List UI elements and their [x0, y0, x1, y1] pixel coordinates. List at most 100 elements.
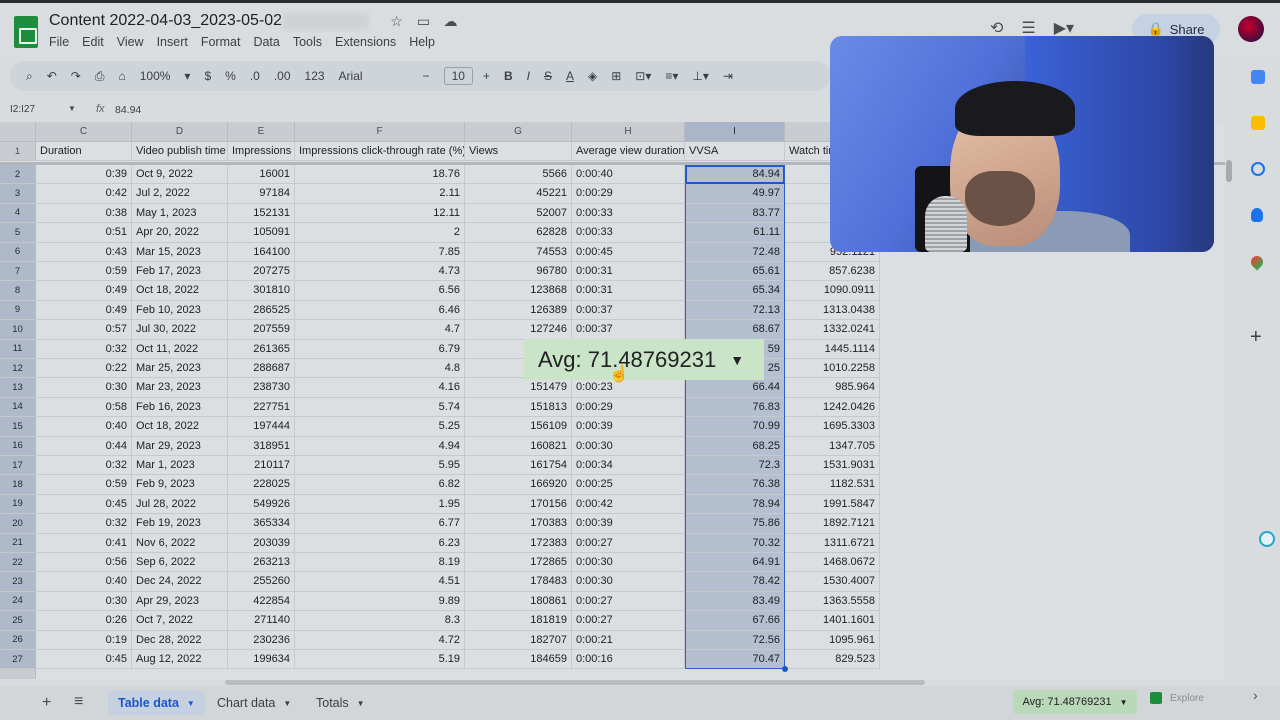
- table-cell[interactable]: 181819: [465, 611, 572, 631]
- row-header[interactable]: 19: [0, 494, 36, 515]
- tab-chart-data[interactable]: Chart data ▼: [207, 691, 301, 715]
- table-cell[interactable]: Apr 20, 2022: [132, 223, 228, 243]
- table-cell[interactable]: Dec 28, 2022: [132, 630, 228, 650]
- table-cell[interactable]: 0:00:39: [572, 514, 685, 534]
- table-cell[interactable]: 197444: [228, 417, 295, 437]
- explore-button[interactable]: Explore: [1150, 692, 1204, 704]
- table-cell[interactable]: 8.19: [295, 553, 465, 573]
- row-header[interactable]: 25: [0, 611, 36, 631]
- table-cell[interactable]: 0:40: [36, 417, 132, 437]
- header-cell[interactable]: Impressions click-through rate (%): [295, 142, 465, 162]
- row-header[interactable]: 27: [0, 650, 36, 670]
- cloud-status-icon[interactable]: ☁: [442, 13, 459, 30]
- table-cell[interactable]: 227751: [228, 397, 295, 418]
- table-cell[interactable]: 1090.0911: [785, 281, 880, 301]
- table-cell[interactable]: 2: [295, 223, 465, 243]
- row-header[interactable]: 2: [0, 165, 36, 185]
- table-cell[interactable]: 1363.5558: [785, 591, 880, 612]
- table-cell[interactable]: 365334: [228, 514, 295, 534]
- row-header[interactable]: 15: [0, 417, 36, 437]
- table-cell[interactable]: 0:00:37: [572, 300, 685, 321]
- select-all-corner[interactable]: [0, 122, 36, 142]
- keep-icon[interactable]: [1251, 116, 1265, 130]
- tab-dropdown-icon[interactable]: ▼: [283, 699, 291, 708]
- increase-font-size-icon[interactable]: +: [483, 69, 490, 83]
- table-cell[interactable]: 5.25: [295, 417, 465, 437]
- row-header[interactable]: 3: [0, 184, 36, 204]
- row-header[interactable]: 5: [0, 223, 36, 243]
- table-cell[interactable]: 5.19: [295, 650, 465, 670]
- column-header[interactable]: E: [228, 122, 295, 142]
- table-cell[interactable]: Oct 9, 2022: [132, 165, 228, 185]
- table-cell[interactable]: 76.83: [685, 397, 785, 418]
- table-cell[interactable]: Feb 17, 2023: [132, 262, 228, 282]
- table-cell[interactable]: 6.56: [295, 281, 465, 301]
- table-cell[interactable]: 172383: [465, 533, 572, 553]
- table-cell[interactable]: 1468.0672: [785, 553, 880, 573]
- table-cell[interactable]: 61.11: [685, 223, 785, 243]
- add-sheet-icon[interactable]: +: [42, 694, 51, 712]
- table-cell[interactable]: 1313.0438: [785, 300, 880, 321]
- table-cell[interactable]: 0:00:30: [572, 553, 685, 573]
- table-cell[interactable]: 62828: [465, 223, 572, 243]
- table-cell[interactable]: 9.89: [295, 591, 465, 612]
- table-cell[interactable]: Mar 1, 2023: [132, 456, 228, 476]
- table-cell[interactable]: 6.46: [295, 300, 465, 321]
- column-header[interactable]: F: [295, 122, 465, 142]
- zoom-select[interactable]: 100%: [140, 69, 171, 83]
- menu-view[interactable]: View: [117, 35, 150, 49]
- row-header[interactable]: 22: [0, 553, 36, 573]
- currency-format-button[interactable]: $: [204, 69, 211, 83]
- table-cell[interactable]: Oct 11, 2022: [132, 339, 228, 359]
- table-cell[interactable]: 0:32: [36, 456, 132, 476]
- table-cell[interactable]: 4.16: [295, 378, 465, 398]
- table-cell[interactable]: 2.11: [295, 184, 465, 204]
- table-cell[interactable]: 288687: [228, 359, 295, 379]
- increase-decimal-button[interactable]: .00: [274, 69, 291, 83]
- table-cell[interactable]: 45221: [465, 184, 572, 204]
- table-cell[interactable]: 0:39: [36, 165, 132, 185]
- table-cell[interactable]: 255260: [228, 572, 295, 592]
- maps-icon[interactable]: [1248, 253, 1266, 271]
- table-cell[interactable]: 65.34: [685, 281, 785, 301]
- table-cell[interactable]: 1892.7121: [785, 514, 880, 534]
- table-cell[interactable]: 1242.0426: [785, 397, 880, 418]
- document-title[interactable]: Content 2022-04-03_2023-05-02: [49, 12, 282, 30]
- avatar[interactable]: [1238, 16, 1264, 42]
- row-header[interactable]: 14: [0, 397, 36, 418]
- header-cell[interactable]: Duration: [36, 142, 132, 162]
- table-cell[interactable]: 263213: [228, 553, 295, 573]
- borders-icon[interactable]: ⊞: [611, 69, 621, 83]
- table-cell[interactable]: 0:56: [36, 553, 132, 573]
- row-header[interactable]: 26: [0, 630, 36, 650]
- table-cell[interactable]: 12.11: [295, 203, 465, 224]
- table-cell[interactable]: Jul 30, 2022: [132, 320, 228, 340]
- table-cell[interactable]: 4.51: [295, 572, 465, 592]
- undo-icon[interactable]: ↶: [47, 69, 57, 83]
- table-cell[interactable]: 123868: [465, 281, 572, 301]
- table-cell[interactable]: 6.79: [295, 339, 465, 359]
- text-color-icon[interactable]: A: [566, 69, 574, 83]
- table-cell[interactable]: 0:00:37: [572, 320, 685, 340]
- row-header[interactable]: 17: [0, 456, 36, 476]
- table-cell[interactable]: 6.82: [295, 475, 465, 495]
- row-header[interactable]: 21: [0, 533, 36, 553]
- star-icon[interactable]: ☆: [388, 13, 405, 30]
- table-cell[interactable]: 0:00:27: [572, 611, 685, 631]
- table-cell[interactable]: 0:00:27: [572, 533, 685, 553]
- table-cell[interactable]: 549926: [228, 494, 295, 515]
- table-cell[interactable]: 318951: [228, 436, 295, 456]
- row-header[interactable]: 1: [0, 142, 36, 161]
- menu-edit[interactable]: Edit: [82, 35, 110, 49]
- table-cell[interactable]: 0:00:21: [572, 630, 685, 650]
- table-cell[interactable]: 1095.961: [785, 630, 880, 650]
- row-header[interactable]: [0, 669, 36, 680]
- table-cell[interactable]: 0:59: [36, 262, 132, 282]
- fill-color-icon[interactable]: ◈: [588, 69, 597, 83]
- table-cell[interactable]: 16001: [228, 165, 295, 185]
- table-cell[interactable]: 0:19: [36, 630, 132, 650]
- table-cell[interactable]: Oct 7, 2022: [132, 611, 228, 631]
- table-cell[interactable]: 0:00:31: [572, 281, 685, 301]
- table-cell[interactable]: 0:26: [36, 611, 132, 631]
- table-cell[interactable]: 151813: [465, 397, 572, 418]
